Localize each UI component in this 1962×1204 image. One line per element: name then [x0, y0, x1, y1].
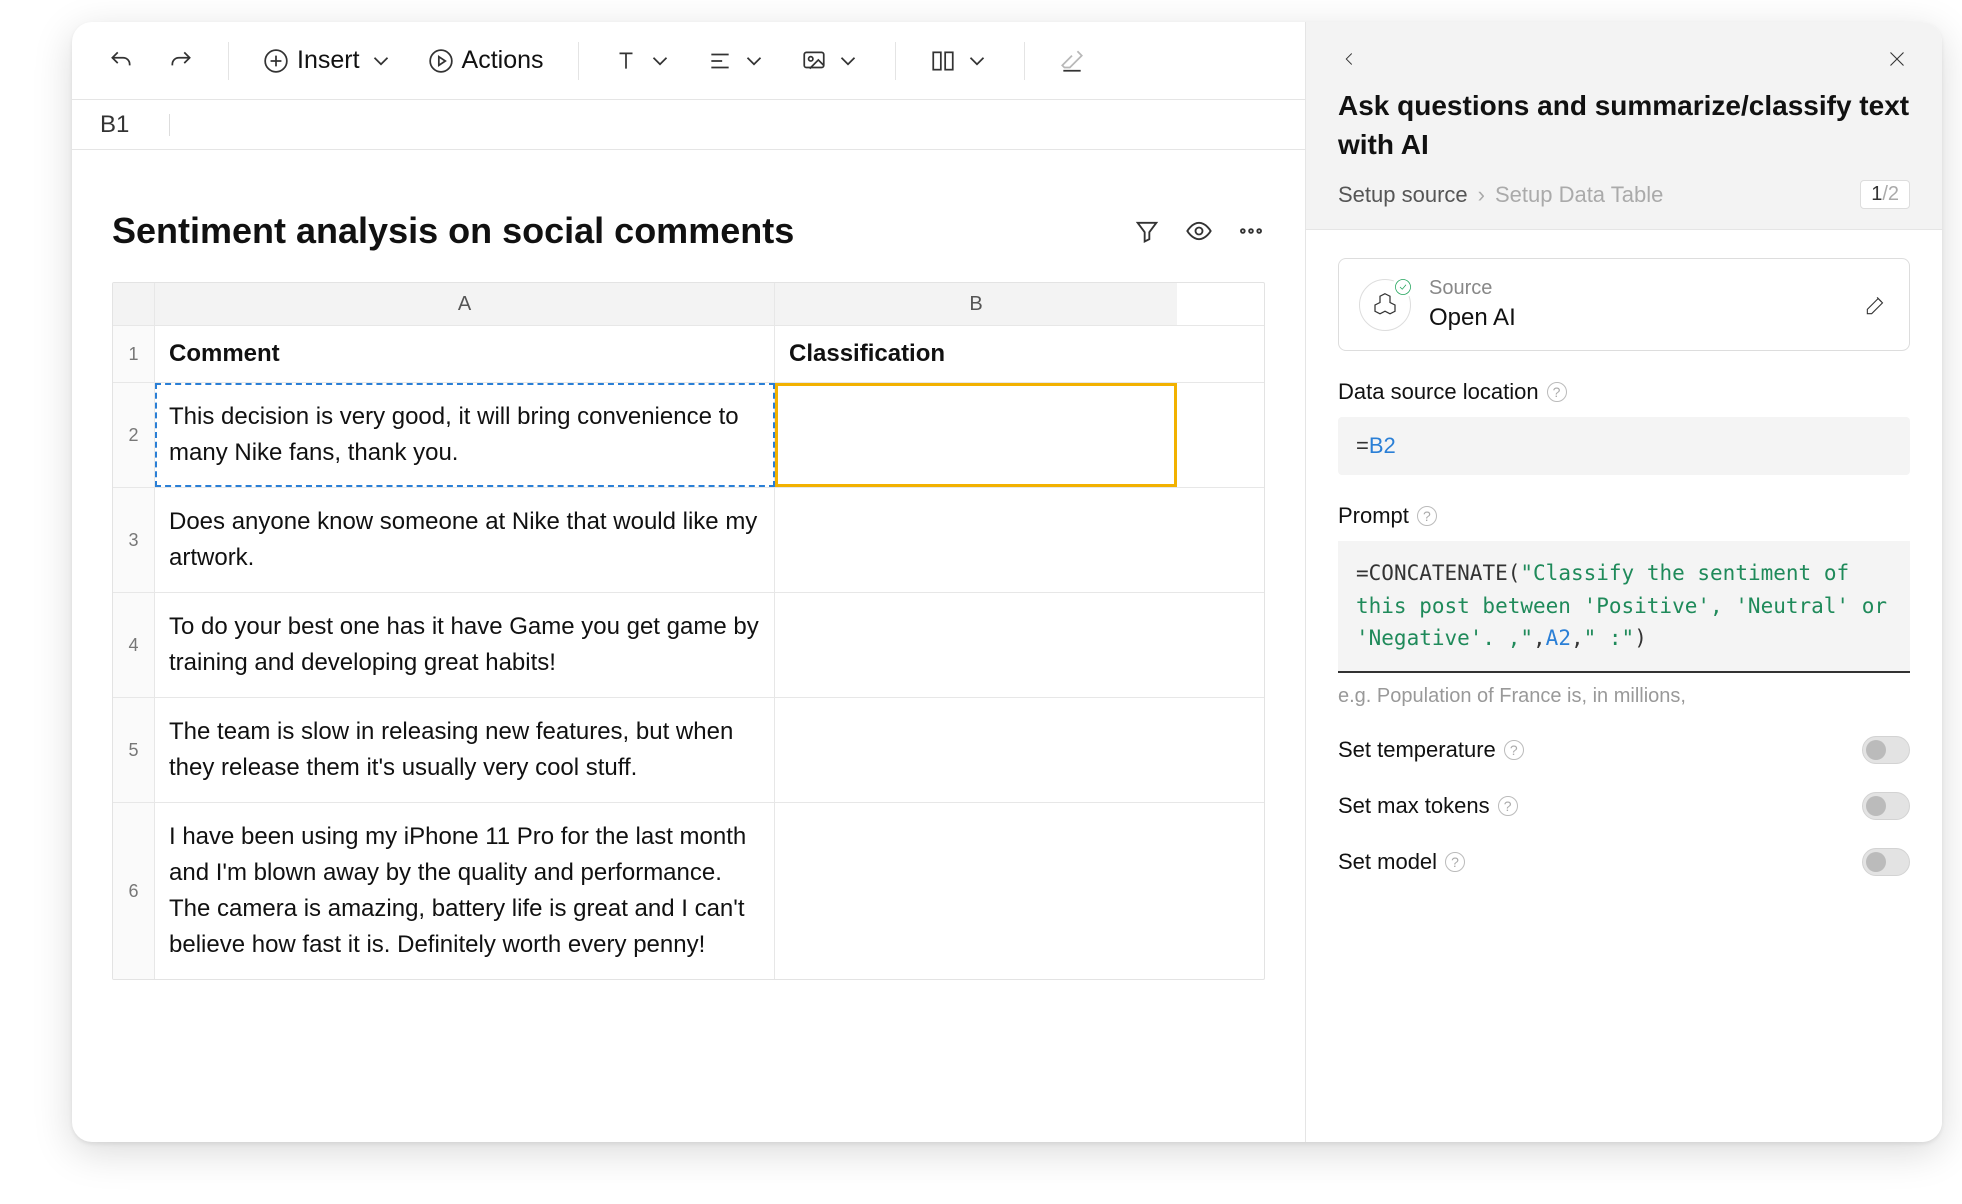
openai-icon: [1359, 279, 1411, 331]
chevron-down-icon: [647, 48, 673, 74]
column-header-A[interactable]: A: [155, 283, 775, 325]
undo-button[interactable]: [100, 39, 142, 83]
chevron-down-icon: [835, 48, 861, 74]
set-max-tokens-toggle[interactable]: [1862, 792, 1910, 820]
redo-icon: [168, 48, 194, 74]
undo-icon: [108, 48, 134, 74]
step-indicator: 1/2: [1860, 180, 1910, 209]
panel-breadcrumb: Setup source › Setup Data Table 1/2: [1338, 180, 1910, 209]
row-number[interactable]: 2: [113, 383, 155, 487]
column-header-B[interactable]: B: [775, 283, 1177, 325]
more-icon[interactable]: [1237, 217, 1265, 245]
check-icon: [1392, 276, 1414, 298]
help-icon[interactable]: ?: [1498, 796, 1518, 816]
chevron-down-icon: [964, 48, 990, 74]
eye-icon[interactable]: [1185, 217, 1213, 245]
source-card[interactable]: Source Open AI: [1338, 258, 1910, 351]
help-icon[interactable]: ?: [1504, 740, 1524, 760]
cell-A6[interactable]: I have been using my iPhone 11 Pro for t…: [155, 803, 775, 979]
prompt-input[interactable]: =CONCATENATE("Classify the sentiment of …: [1338, 541, 1910, 673]
set-model-toggle[interactable]: [1862, 848, 1910, 876]
cell-A3[interactable]: Does anyone know someone at Nike that wo…: [155, 488, 775, 592]
align-icon: [707, 48, 733, 74]
side-panel: Ask questions and summarize/classify tex…: [1306, 22, 1942, 1142]
cell-B5[interactable]: [775, 698, 1177, 802]
sheet-title: Sentiment analysis on social comments: [112, 210, 1133, 252]
set-temperature-toggle[interactable]: [1862, 736, 1910, 764]
data-source-location-input[interactable]: =B2: [1338, 417, 1910, 475]
insert-button[interactable]: Insert: [255, 39, 402, 83]
eraser-icon: [1059, 48, 1085, 74]
breadcrumb-inactive: Setup Data Table: [1495, 182, 1663, 208]
toolbar: Insert Actions: [72, 22, 1305, 100]
text-icon: [613, 48, 639, 74]
redo-button[interactable]: [160, 39, 202, 83]
source-name: Open AI: [1429, 304, 1845, 332]
main-area: Insert Actions: [72, 22, 1306, 1142]
sheet-area: Sentiment analysis on social comments A …: [72, 150, 1305, 1142]
chevron-down-icon: [368, 48, 394, 74]
set-temperature-label: Set temperature ?: [1338, 737, 1862, 763]
cell-reference[interactable]: B1: [100, 111, 129, 139]
row-number[interactable]: 6: [113, 803, 155, 979]
cell-A5[interactable]: The team is slow in releasing new featur…: [155, 698, 775, 802]
plus-circle-icon: [263, 48, 289, 74]
header-cell-classification[interactable]: Classification: [775, 326, 1177, 382]
breadcrumb-active[interactable]: Setup source: [1338, 182, 1468, 208]
help-icon[interactable]: ?: [1417, 506, 1437, 526]
cell-B2[interactable]: [775, 383, 1177, 487]
image-icon: [801, 48, 827, 74]
chevron-down-icon: [741, 48, 767, 74]
edit-icon[interactable]: [1863, 292, 1889, 318]
row-number[interactable]: 1: [113, 326, 155, 382]
help-icon[interactable]: ?: [1547, 382, 1567, 402]
prompt-label: Prompt ?: [1338, 503, 1910, 529]
data-grid[interactable]: A B 1 Comment Classification 2 This deci…: [112, 282, 1265, 980]
align-button[interactable]: [699, 39, 775, 83]
actions-button[interactable]: Actions: [420, 39, 552, 83]
cell-B3[interactable]: [775, 488, 1177, 592]
cell-B4[interactable]: [775, 593, 1177, 697]
eraser-button[interactable]: [1051, 39, 1093, 83]
prompt-hint: e.g. Population of France is, in million…: [1338, 685, 1910, 708]
cell-A4[interactable]: To do your best one has it have Game you…: [155, 593, 775, 697]
row-number[interactable]: 4: [113, 593, 155, 697]
text-format-button[interactable]: [605, 39, 681, 83]
filter-icon[interactable]: [1133, 217, 1161, 245]
cell-B6[interactable]: [775, 803, 1177, 979]
cell-A2[interactable]: This decision is very good, it will brin…: [155, 383, 775, 487]
cell-reference-bar: B1: [72, 100, 1305, 150]
set-model-label: Set model ?: [1338, 849, 1862, 875]
row-number[interactable]: 5: [113, 698, 155, 802]
image-button[interactable]: [793, 39, 869, 83]
help-icon[interactable]: ?: [1445, 852, 1465, 872]
close-icon[interactable]: [1884, 46, 1910, 72]
header-cell-comment[interactable]: Comment: [155, 326, 775, 382]
panel-title: Ask questions and summarize/classify tex…: [1338, 86, 1910, 164]
actions-label: Actions: [462, 46, 544, 75]
play-circle-icon: [428, 48, 454, 74]
layout-button[interactable]: [922, 39, 998, 83]
data-source-location-label: Data source location ?: [1338, 379, 1910, 405]
source-label: Source: [1429, 277, 1845, 300]
row-number[interactable]: 3: [113, 488, 155, 592]
insert-label: Insert: [297, 46, 360, 75]
set-max-tokens-label: Set max tokens ?: [1338, 793, 1862, 819]
columns-icon: [930, 48, 956, 74]
back-icon[interactable]: [1338, 48, 1360, 70]
